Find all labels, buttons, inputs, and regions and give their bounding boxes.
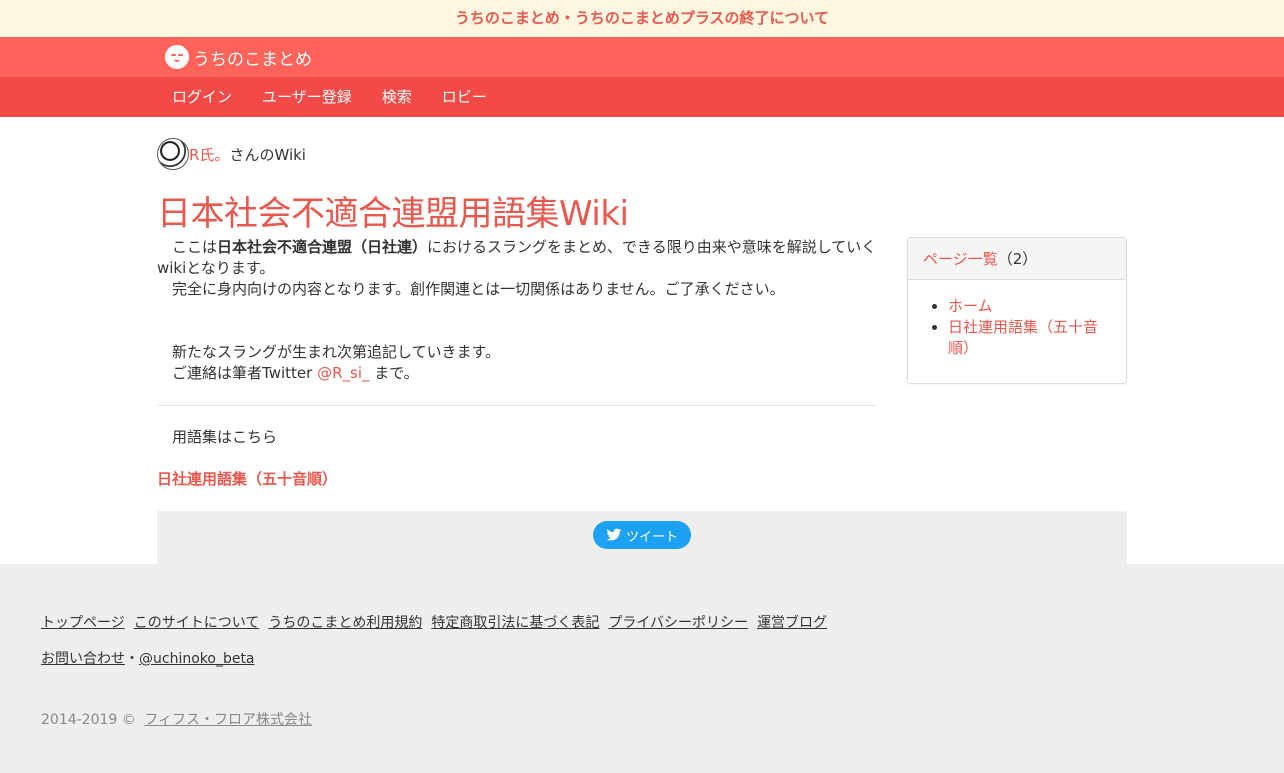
footer-twitter[interactable]: @uchinoko_beta bbox=[139, 651, 255, 667]
twitter-bird-icon bbox=[606, 528, 622, 541]
footer-about[interactable]: このサイトについて bbox=[134, 612, 260, 632]
announcement-banner: うちのこまとめ・うちのこまとめプラスの終了について bbox=[0, 0, 1284, 37]
site-name: うちのこまとめ bbox=[193, 49, 312, 70]
page-title: 日本社会不適合連盟用語集Wiki bbox=[157, 194, 629, 234]
page-item-glossary[interactable]: 日社連用語集（五十音順） bbox=[948, 318, 1098, 357]
owner-suffix: さんのWiki bbox=[229, 145, 306, 164]
logo-face-icon bbox=[165, 45, 189, 69]
footer-privacy[interactable]: プライバシーポリシー bbox=[608, 612, 748, 632]
content-line-2: 完全に身内向けの内容となります。創作関連とは一切関係はありません。ご了承ください… bbox=[172, 280, 785, 298]
site-footer: トップページ このサイトについて うちのこまとめ利用規約 特定商取引法に基づく表… bbox=[0, 564, 1284, 773]
share-bar: ツイート bbox=[157, 511, 1127, 564]
footer-commerce-law[interactable]: 特定商取引法に基づく表記 bbox=[431, 612, 599, 632]
nav-login[interactable]: ログイン bbox=[157, 77, 247, 118]
footer-separator: ・ bbox=[125, 651, 139, 667]
twitter-author-link[interactable]: @R_si_ bbox=[317, 364, 369, 382]
page-list-panel: ページ一覧（2） ホーム 日社連用語集（五十音順） bbox=[907, 237, 1127, 384]
footer-blog[interactable]: 運営ブログ bbox=[757, 612, 827, 632]
footer-top-page[interactable]: トップページ bbox=[41, 612, 125, 632]
announcement-link[interactable]: うちのこまとめ・うちのこまとめプラスの終了について bbox=[455, 9, 829, 27]
tweet-label: ツイート bbox=[625, 529, 678, 545]
footer-links: トップページ このサイトについて うちのこまとめ利用規約 特定商取引法に基づく表… bbox=[41, 612, 836, 632]
main-nav: ログイン ユーザー登録 検索 ロビー bbox=[0, 77, 1284, 117]
wiki-owner: R氏。 さんのWiki bbox=[157, 138, 306, 170]
page-list-link[interactable]: ページ一覧 bbox=[923, 250, 998, 268]
owner-name-link[interactable]: R氏。 bbox=[189, 144, 229, 165]
page-item-home[interactable]: ホーム bbox=[948, 297, 993, 315]
page-list-header: ページ一覧（2） bbox=[908, 238, 1126, 280]
nav-search[interactable]: 検索 bbox=[367, 77, 427, 118]
glossary-link[interactable]: 日社連用語集（五十音順） bbox=[157, 470, 337, 488]
glossary-intro: 用語集はこちら bbox=[172, 428, 278, 446]
footer-contact[interactable]: お問い合わせ bbox=[41, 651, 125, 667]
nav-register[interactable]: ユーザー登録 bbox=[247, 77, 367, 118]
content-line-3: 新たなスラングが生まれ次第追記していきます。 bbox=[172, 343, 501, 361]
page-count: （2） bbox=[997, 250, 1038, 268]
copyright: 2014-2019 © フィフス・フロア株式会社 bbox=[41, 712, 312, 728]
intro-bold: 日本社会不適合連盟（日社連） bbox=[217, 238, 428, 256]
footer-contact-row: お問い合わせ・@uchinoko_beta bbox=[41, 648, 255, 668]
tweet-button[interactable]: ツイート bbox=[593, 521, 691, 549]
site-logo[interactable]: うちのこまとめ bbox=[165, 44, 312, 70]
wiki-content: ここは日本社会不適合連盟（日社連）におけるスラングをまとめ、できる限り由来や意味… bbox=[157, 237, 877, 490]
intro-paragraph: ここは日本社会不適合連盟（日社連）におけるスラングをまとめ、できる限り由来や意味… bbox=[157, 238, 877, 277]
company-link[interactable]: フィフス・フロア株式会社 bbox=[144, 712, 312, 728]
nav-lobby[interactable]: ロビー bbox=[427, 77, 502, 118]
footer-terms[interactable]: うちのこまとめ利用規約 bbox=[268, 612, 422, 632]
avatar[interactable] bbox=[157, 138, 189, 170]
content-line-4: ご連絡は筆者Twitter @R_si_ まで。 bbox=[172, 364, 419, 382]
brand-bar: うちのこまとめ bbox=[0, 37, 1284, 77]
